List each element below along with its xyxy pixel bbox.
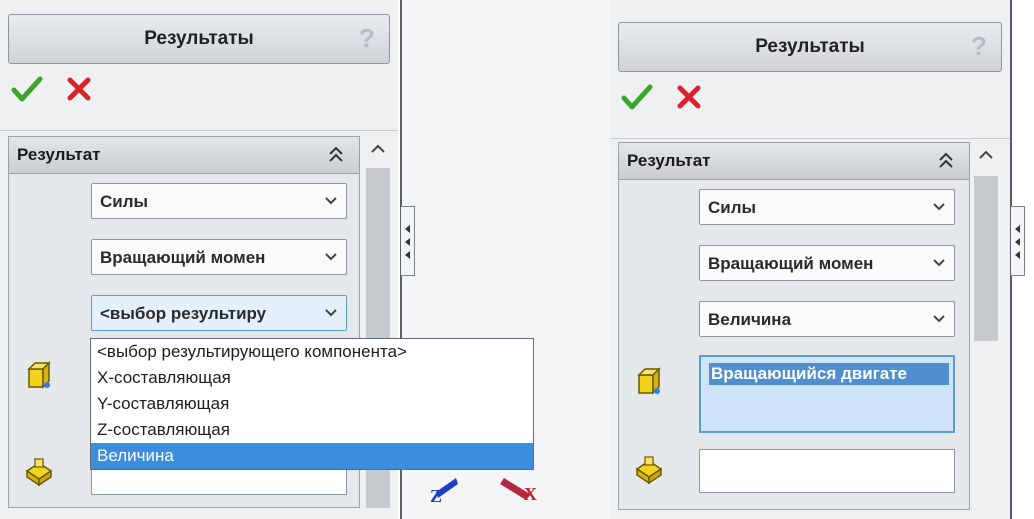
result-group-header[interactable]: Результат	[619, 143, 969, 180]
yellow-part-face-icon	[635, 456, 663, 485]
green-checkmark-icon	[11, 76, 43, 102]
scroll-up-icon[interactable]	[364, 136, 392, 162]
double-chevron-up-icon[interactable]	[327, 143, 345, 165]
yellow-cube-component-icon	[27, 361, 51, 389]
panel-splitter-handle-left[interactable]	[401, 206, 415, 276]
component-combo-value: <выбор результиру	[100, 304, 267, 323]
panel-title: Результаты	[144, 28, 254, 49]
result-type-combo[interactable]: Силы	[91, 183, 347, 219]
yellow-part-face-icon	[25, 458, 53, 487]
panel-scrollbar[interactable]	[972, 142, 1000, 512]
ok-button[interactable]	[620, 80, 654, 114]
sub-type-combo[interactable]: Вращающий момен	[91, 239, 347, 275]
dropdown-option[interactable]: X-составляющая	[91, 365, 533, 391]
sub-type-value: Вращающий момен	[100, 248, 266, 267]
panel-title-bar: Результаты ?	[618, 22, 1002, 72]
face-selection-field[interactable]	[699, 449, 955, 493]
chevron-down-icon	[933, 203, 945, 211]
dropdown-option[interactable]: <выбор результирующего компонента>	[91, 339, 533, 365]
result-group-header[interactable]: Результат	[9, 137, 359, 174]
panel-splitter-handle-right[interactable]	[1011, 206, 1025, 276]
separator	[610, 138, 1010, 139]
ok-button[interactable]	[10, 72, 44, 106]
triad-z-label: Z	[430, 486, 443, 506]
chevron-down-icon	[325, 309, 337, 317]
component-selection-field[interactable]: Вращающийся двигате	[699, 355, 955, 433]
cancel-button[interactable]	[62, 72, 96, 106]
panel-title: Результаты	[755, 36, 865, 57]
component-combo[interactable]: Величина	[699, 301, 955, 337]
selected-component: Вращающийся двигате	[709, 363, 949, 385]
chevron-down-icon	[325, 253, 337, 261]
result-group-title: Результат	[627, 151, 711, 170]
panel-title-bar: Результаты ?	[8, 14, 390, 64]
result-group: Результат Силы Вращающий момен Величина …	[618, 142, 970, 510]
result-group-title: Результат	[17, 145, 101, 164]
scroll-up-icon[interactable]	[972, 142, 1000, 168]
dropdown-option[interactable]: Y-составляющая	[91, 391, 533, 417]
component-combo[interactable]: <выбор результиру	[91, 295, 347, 331]
coordinate-triad: Z X	[426, 464, 546, 514]
result-type-combo[interactable]: Силы	[699, 189, 955, 225]
cancel-button[interactable]	[672, 80, 706, 114]
red-x-icon	[677, 85, 701, 109]
chevron-down-icon	[933, 315, 945, 323]
sub-type-value: Вращающий момен	[708, 254, 874, 273]
chevron-down-icon	[325, 197, 337, 205]
yellow-cube-component-icon	[637, 367, 661, 395]
help-icon[interactable]: ?	[965, 30, 993, 62]
component-combo-value: Величина	[708, 310, 792, 329]
component-dropdown-list[interactable]: <выбор результирующего компонента> X-сос…	[90, 338, 534, 470]
dropdown-option[interactable]: Z-составляющая	[91, 417, 533, 443]
green-checkmark-icon	[621, 84, 653, 110]
result-type-value: Силы	[100, 192, 149, 211]
chevron-down-icon	[933, 259, 945, 267]
help-icon[interactable]: ?	[353, 22, 381, 54]
results-panel-right: Результаты ? Результат Силы Вращающий мо…	[610, 0, 1010, 519]
scroll-thumb[interactable]	[974, 176, 998, 341]
red-x-icon	[67, 77, 91, 101]
triad-x-label: X	[524, 484, 537, 504]
result-type-value: Силы	[708, 198, 757, 217]
separator	[0, 130, 398, 131]
dropdown-option-selected[interactable]: Величина	[91, 443, 533, 469]
sub-type-combo[interactable]: Вращающий момен	[699, 245, 955, 281]
double-chevron-up-icon[interactable]	[937, 149, 955, 171]
